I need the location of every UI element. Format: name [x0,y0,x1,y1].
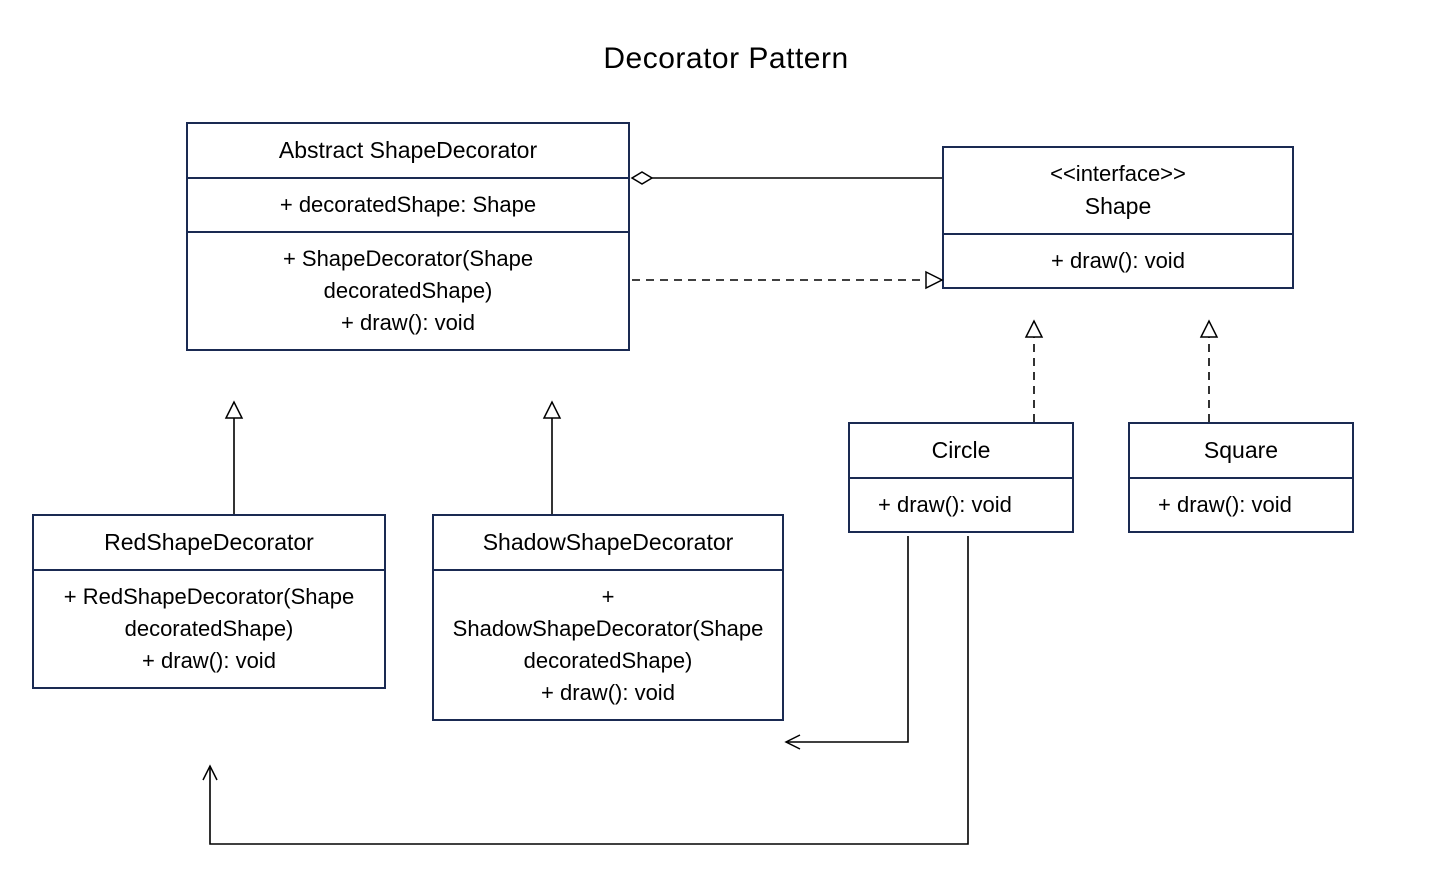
diagram-canvas: Decorator Pattern Abstract ShapeDecorato… [0,0,1452,896]
class-operations: + draw(): void [850,477,1072,531]
class-stereotype: <<interface>> [958,158,1278,190]
class-attributes: + decoratedShape: Shape [188,177,628,231]
class-red-shape-decorator: RedShapeDecorator + RedShapeDecorator(Sh… [32,514,386,689]
class-operations: + ShadowShapeDecorator(Shape decoratedSh… [434,569,782,719]
class-name: Square [1130,424,1352,477]
class-op: + ShadowShapeDecorator(Shape decoratedSh… [448,581,768,677]
class-op: + RedShapeDecorator(Shape decoratedShape… [48,581,370,645]
rel-assoc-circle-shadow [786,536,908,742]
class-op: + draw(): void [448,677,768,709]
class-name: Circle [850,424,1072,477]
class-op: + draw(): void [202,307,614,339]
class-shape-decorator: Abstract ShapeDecorator + decoratedShape… [186,122,630,351]
class-square: Square + draw(): void [1128,422,1354,533]
class-operations: + draw(): void [944,233,1292,287]
class-operations: + RedShapeDecorator(Shape decoratedShape… [34,569,384,687]
class-header: <<interface>> Shape [944,148,1292,233]
class-op: + ShapeDecorator(Shape decoratedShape) [202,243,614,307]
class-name: RedShapeDecorator [34,516,384,569]
class-name: ShadowShapeDecorator [434,516,782,569]
class-op: + draw(): void [48,645,370,677]
class-name: Shape [958,190,1278,223]
class-shape-interface: <<interface>> Shape + draw(): void [942,146,1294,289]
class-operations: + draw(): void [1130,477,1352,531]
diagram-title: Decorator Pattern [0,42,1452,76]
class-shadow-shape-decorator: ShadowShapeDecorator + ShadowShapeDecora… [432,514,784,721]
class-operations: + ShapeDecorator(Shape decoratedShape) +… [188,231,628,349]
class-name: Abstract ShapeDecorator [188,124,628,177]
class-circle: Circle + draw(): void [848,422,1074,533]
